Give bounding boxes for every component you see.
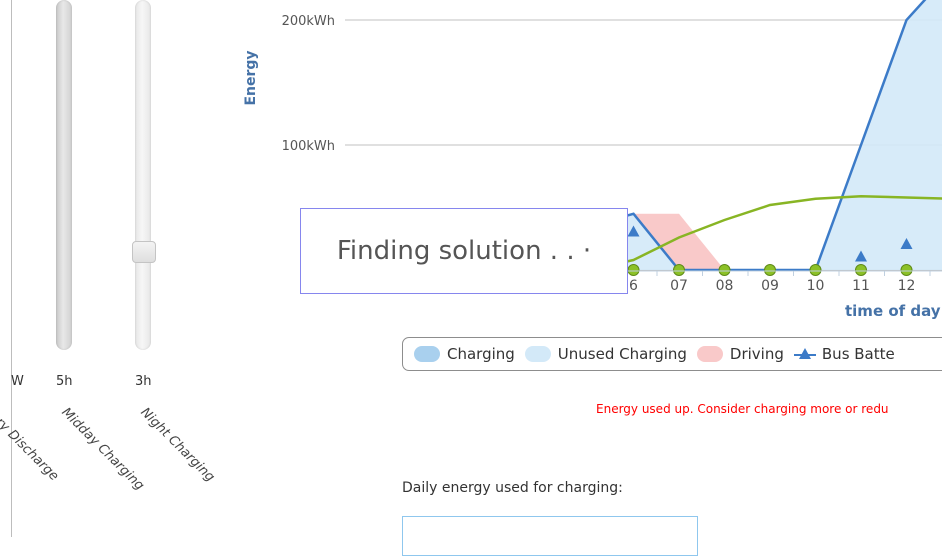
bus-battery-line-triangle-icon — [794, 346, 816, 362]
zero-point-marker — [810, 265, 821, 276]
unused-charging-area — [816, 0, 942, 270]
x-tick-label: 07 — [670, 278, 688, 294]
night-charging-value: 3h — [135, 374, 152, 389]
daily-energy-value-box — [402, 516, 698, 556]
zero-point-marker — [765, 265, 776, 276]
zero-point-marker — [856, 265, 867, 276]
midday-charging-value: 5h — [56, 374, 73, 389]
zero-point-marker — [674, 265, 685, 276]
zero-point-marker — [719, 265, 730, 276]
x-tick-label: 11 — [852, 278, 870, 294]
night-charging-label: Night Charging — [137, 405, 217, 485]
zero-point-marker — [901, 265, 912, 276]
unused-charging-swatch — [525, 346, 551, 362]
x-tick-label: 12 — [898, 278, 916, 294]
zero-point-marker — [628, 265, 639, 276]
midday-charging-label: Midday Charging — [58, 405, 146, 493]
y-tick-label: 200kWh — [282, 14, 335, 29]
x-tick-label: 6 — [629, 278, 638, 294]
finding-solution-overlay: Finding solution . . · — [300, 208, 628, 294]
energy-warning-message: Energy used up. Consider charging more o… — [596, 402, 889, 416]
legend-item-bus-battery[interactable]: Bus Batte — [794, 345, 895, 363]
y-axis-title: Energy — [243, 50, 259, 105]
charging-swatch — [414, 346, 440, 362]
x-tick-label: 10 — [807, 278, 825, 294]
y-tick-label: 100kWh — [282, 139, 335, 154]
legend-label: Driving — [730, 345, 784, 363]
battery-discharge-value: W — [11, 374, 24, 389]
x-tick-label: 09 — [761, 278, 779, 294]
driving-swatch — [697, 346, 723, 362]
legend-label: Unused Charging — [558, 345, 687, 363]
x-axis-title: time of day — [845, 302, 941, 320]
legend-label: Bus Batte — [822, 345, 895, 363]
legend-item-charging[interactable]: Charging — [414, 345, 515, 363]
finding-solution-text: Finding solution . . · — [337, 236, 591, 266]
x-tick-label: 08 — [716, 278, 734, 294]
legend-item-driving[interactable]: Driving — [697, 345, 784, 363]
legend-label: Charging — [447, 345, 515, 363]
legend-item-unused-charging[interactable]: Unused Charging — [525, 345, 687, 363]
daily-energy-label: Daily energy used for charging: — [402, 480, 623, 496]
chart-legend: Charging Unused Charging Driving Bus Bat… — [402, 337, 942, 371]
